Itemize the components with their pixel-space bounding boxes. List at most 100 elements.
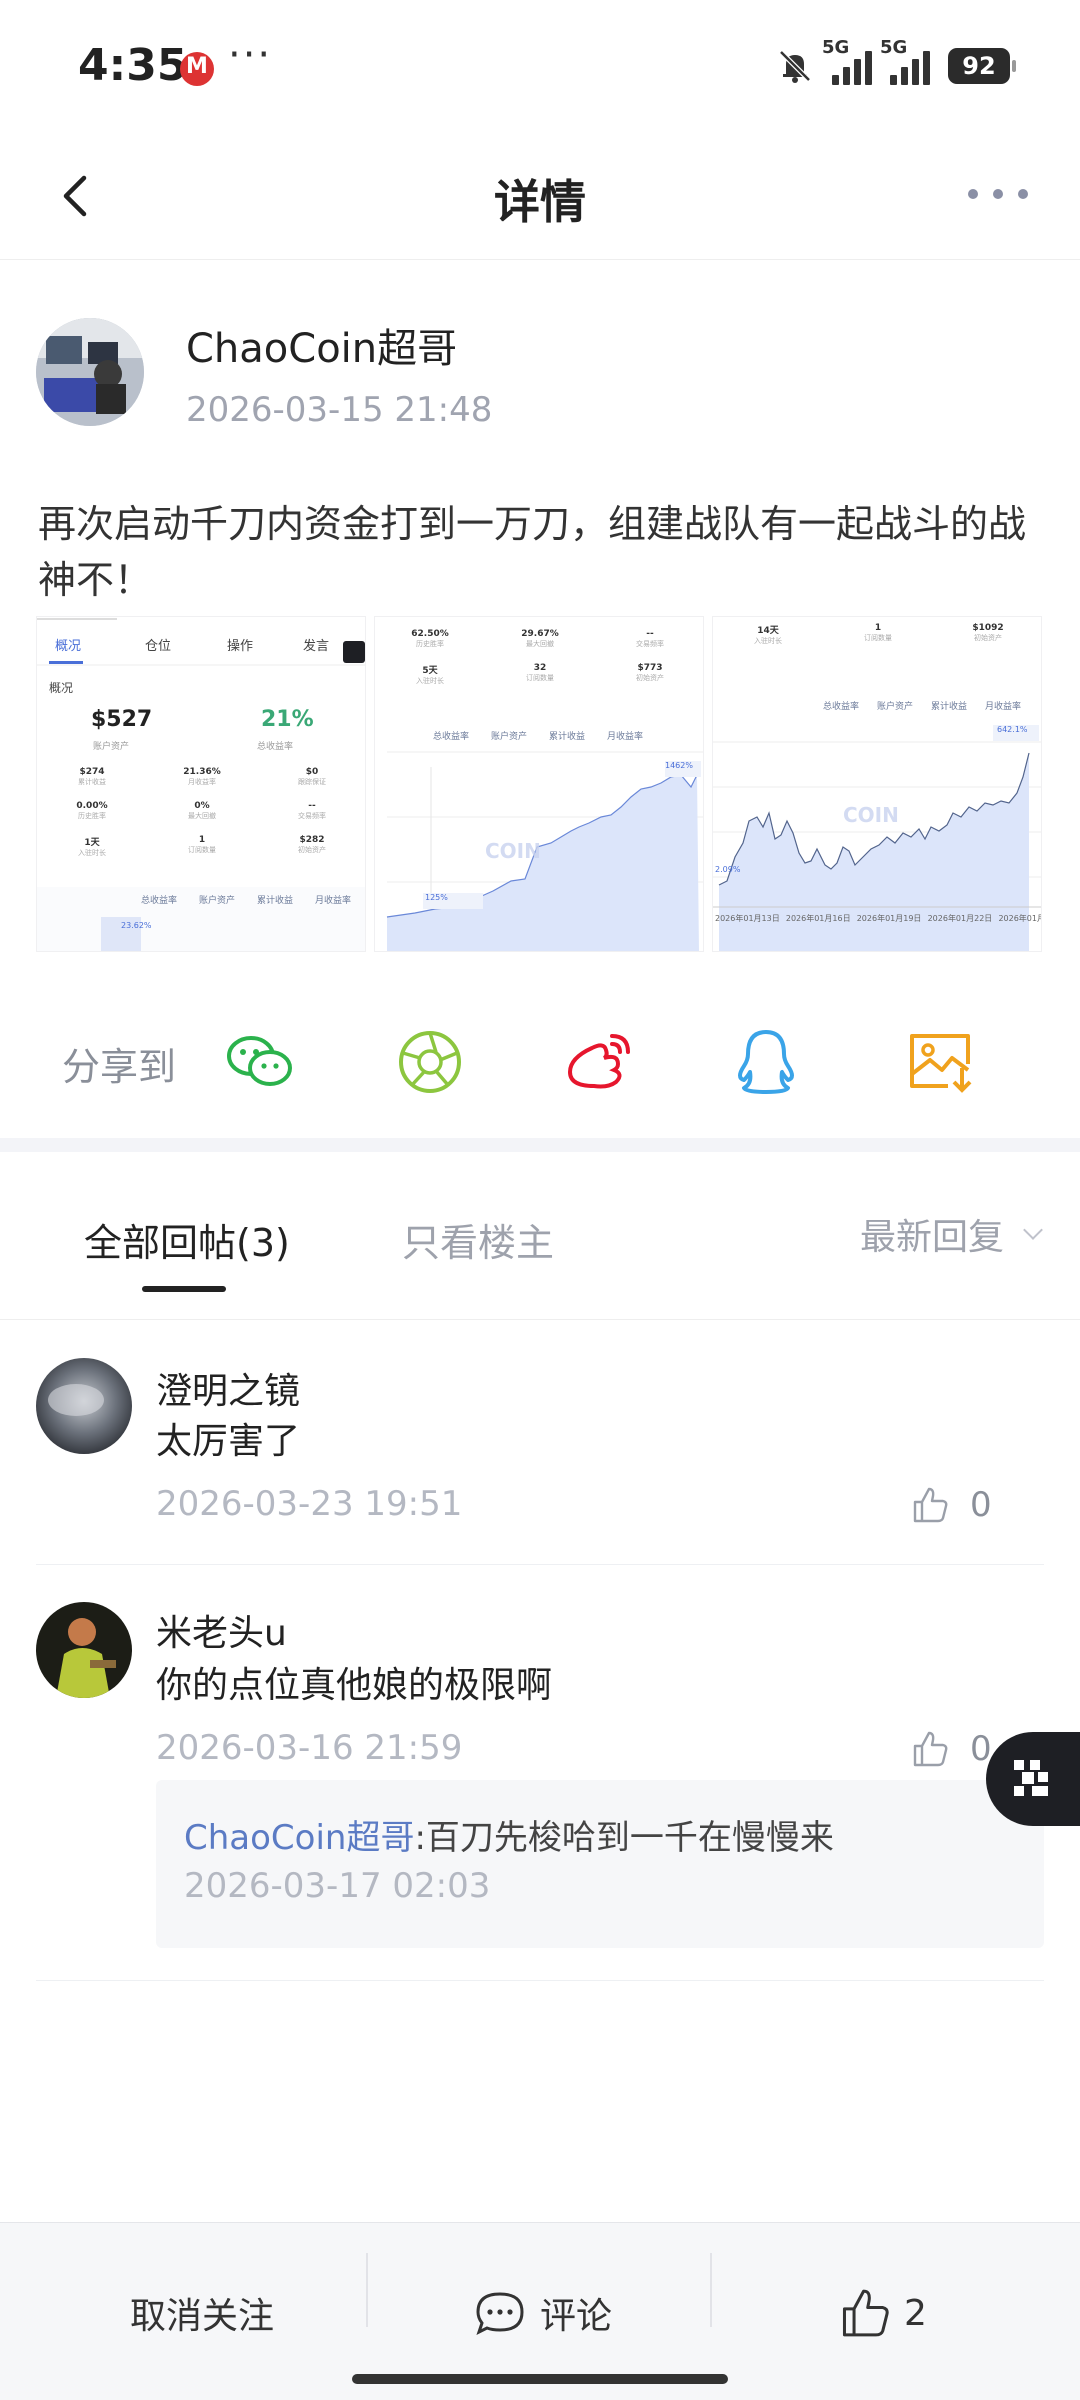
- stat-cell: 21.36% 月收益率: [147, 767, 257, 787]
- network-type-1: 5G: [822, 37, 850, 58]
- reply-text: 你的点位真他娘的极限啊: [156, 1665, 553, 1706]
- stat-label: 交易频率: [298, 812, 326, 820]
- share-label: 分享到: [62, 1045, 177, 1089]
- reply-avatar[interactable]: [36, 1358, 132, 1454]
- status-bar: 4:35 ··· 5G 5G 92: [0, 0, 1080, 130]
- sort-dropdown[interactable]: 最新回复: [859, 1208, 1043, 1260]
- post-image-2[interactable]: 62.50% 历史胜率 29.67% 最大回撤 -- 交易频率 5天 入驻时长 32 订阅数量 $7…: [374, 616, 704, 952]
- status-time: 4:35: [78, 40, 188, 91]
- author-avatar[interactable]: [36, 318, 144, 426]
- img3-watermark: COIN: [843, 803, 899, 827]
- img1-chart-tab: 月收益率: [315, 896, 352, 906]
- img2-watermark: COIN: [485, 839, 541, 863]
- tab-op-only[interactable]: 只看楼主: [402, 1212, 554, 1267]
- post-like-button[interactable]: 2: [840, 2287, 927, 2339]
- network-type-2: 5G: [880, 37, 908, 58]
- stat-label: 月收益率: [188, 778, 216, 786]
- img2-start-label: 125%: [425, 893, 448, 902]
- unfollow-label: 取消关注: [130, 2296, 275, 2337]
- thumbs-up-icon: [913, 1487, 948, 1523]
- stat-cell: 1 订阅数量: [147, 835, 257, 855]
- reply-author-name[interactable]: 米老头u: [156, 1604, 287, 1656]
- stat-cell: 0% 最大回撤: [147, 801, 257, 821]
- nested-reply-text: :百刀先梭哈到一千在慢慢来: [414, 1818, 834, 1858]
- img3-x-tick: 2026年01月19日: [856, 914, 922, 923]
- floating-qr-button[interactable]: [986, 1732, 1080, 1826]
- img1-chart-tab: 账户资产: [199, 896, 236, 906]
- stat-cell: $274 累计收益: [37, 767, 147, 787]
- chevron-down-icon: [1023, 1220, 1043, 1240]
- stat-label: 最大回撤: [188, 812, 216, 820]
- stat-value: $282: [299, 835, 325, 845]
- save-image-icon[interactable]: [906, 1028, 978, 1096]
- like-count: 0: [970, 1485, 992, 1525]
- comment-label: 评论: [540, 2296, 613, 2337]
- reply-timestamp: 2026-03-16 21:59: [156, 1728, 463, 1768]
- reply-author-name[interactable]: 澄明之镜: [156, 1362, 300, 1414]
- img1-annotation: 23.62%: [121, 921, 152, 930]
- img3-x-tick: 2026年01月13日: [715, 914, 780, 923]
- weibo-icon[interactable]: [564, 1028, 636, 1096]
- unfollow-button[interactable]: 取消关注: [130, 2287, 274, 2339]
- moments-icon[interactable]: [396, 1028, 468, 1096]
- section-divider: [0, 1138, 1080, 1152]
- img1-chart-tab: 累计收益: [257, 896, 294, 906]
- reply-like-button[interactable]: 0: [912, 1480, 1022, 1530]
- stat-label: 入驻时长: [78, 849, 106, 857]
- top-nav-bar: 详情: [0, 130, 1080, 260]
- reply-separator: [36, 1980, 1044, 1981]
- reply-tabs: 全部回帖(3) 只看楼主 最新回复: [0, 1152, 1080, 1320]
- bar-separator: [366, 2253, 368, 2327]
- img1-tab-overview: 概况: [55, 639, 82, 654]
- post-image-1[interactable]: 概况 仓位 操作 发言 概况 $527 账户资产 21% 总收益率 $274 累计…: [36, 616, 366, 952]
- img1-section: 概况: [49, 681, 74, 695]
- img1-chart-tab: 总收益率: [141, 896, 178, 906]
- stat-value: 1: [198, 835, 206, 845]
- stat-value: 0.00%: [76, 801, 108, 811]
- share-row: 分享到: [0, 1010, 1080, 1110]
- reply-avatar[interactable]: [36, 1602, 132, 1698]
- status-indicators: 5G 5G 92: [776, 37, 1016, 88]
- stat-cell: $0 跟踪保证: [257, 767, 365, 787]
- stat-cell: 1天 入驻时长: [37, 835, 147, 858]
- metro-app-icon: [180, 52, 214, 86]
- img1-tab-posts: 发言: [303, 639, 330, 654]
- stat-label: 初始资产: [298, 846, 326, 854]
- stat-label: 跟踪保证: [298, 778, 326, 786]
- tab-all-replies[interactable]: 全部回帖(3): [84, 1212, 290, 1267]
- battery-icon: 92: [948, 48, 1016, 84]
- nested-reply-timestamp: 2026-03-17 02:03: [184, 1866, 491, 1906]
- img1-balance-label: 账户资产: [93, 742, 130, 752]
- nested-reply[interactable]: ChaoCoin超哥:百刀先梭哈到一千在慢慢来 2026-03-17 02:03: [156, 1780, 1044, 1948]
- img3-peak-label: 642.1%: [997, 725, 1028, 734]
- wechat-icon[interactable]: [224, 1028, 296, 1096]
- comment-bubble-icon: [476, 2292, 524, 2335]
- stat-label: 历史胜率: [78, 812, 106, 820]
- bar-separator: [710, 2253, 712, 2327]
- img3-x-tick: 2026年01月: [998, 914, 1042, 923]
- status-overflow-dots: ···: [228, 32, 273, 78]
- stat-value: $274: [79, 767, 105, 777]
- img1-balance: $527: [91, 707, 153, 732]
- img3-x-ticks: 2026年01月13日 2026年01月16日 2026年01月19日 2026…: [715, 913, 1042, 924]
- qq-icon[interactable]: [730, 1028, 802, 1096]
- author-name[interactable]: ChaoCoin超哥: [186, 316, 457, 374]
- more-options-icon[interactable]: [968, 184, 1028, 204]
- qr-code-icon: [1014, 1760, 1048, 1796]
- home-indicator: [352, 2374, 728, 2384]
- thumbs-up-icon: [913, 1731, 948, 1767]
- post-image-3[interactable]: 14天 入驻时长 1 订阅数量 $1092 初始资产 总收益率 账户资产 累计收益 月收益…: [712, 616, 1042, 952]
- post-body: 再次启动千刀内资金打到一万刀，组建战队有一起战斗的战神不！: [38, 502, 1027, 602]
- img3-chart: [713, 725, 1041, 951]
- post-timestamp: 2026-03-15 21:48: [186, 390, 493, 430]
- img1-tab-position: 仓位: [145, 639, 172, 654]
- nested-reply-author[interactable]: ChaoCoin超哥: [184, 1818, 414, 1858]
- sort-label: 最新回复: [859, 1217, 1004, 1258]
- comment-button[interactable]: 评论: [474, 2287, 612, 2339]
- nested-reply-line: ChaoCoin超哥:百刀先梭哈到一千在慢慢来: [184, 1810, 834, 1859]
- reply-timestamp: 2026-03-23 19:51: [156, 1484, 463, 1524]
- stat-value: 21.36%: [183, 767, 221, 777]
- bell-off-icon: [779, 50, 811, 83]
- img1-rate: 21%: [261, 707, 314, 732]
- reply-text: 太厉害了: [156, 1421, 301, 1462]
